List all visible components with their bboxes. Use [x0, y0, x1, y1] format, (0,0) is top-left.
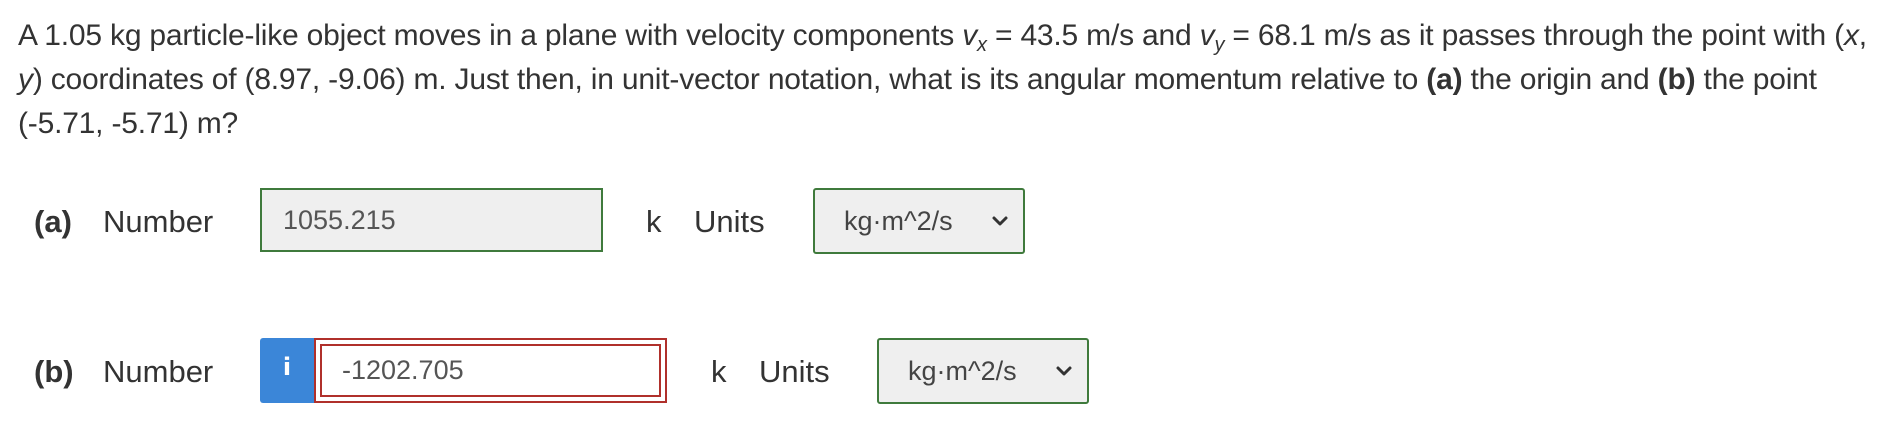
question-mid: the origin and — [1462, 63, 1658, 96]
vx-value: = 43.5 m/s and — [986, 19, 1200, 52]
number-label: Number — [103, 354, 214, 389]
chevron-down-icon — [992, 216, 1008, 226]
vx-symbol: v — [962, 19, 978, 52]
answer-input-b[interactable]: -1202.705 — [314, 338, 667, 403]
units-label: Units — [759, 354, 830, 389]
answer-row-a: (a) Number 1055.215 k Units kg·m^2/s — [0, 188, 1880, 256]
vy-value: = 68.1 m/s as it passes through the poin… — [1224, 19, 1844, 52]
number-label: Number — [103, 204, 214, 239]
units-select-a[interactable]: kg·m^2/s — [813, 188, 1025, 254]
units-selected-value: kg·m^2/s — [908, 356, 1017, 386]
coords-text: ) coordinates of (8.97, -9.06) m. Just t… — [32, 63, 1427, 96]
question-intro: A 1.05 kg particle-like object moves in … — [18, 19, 963, 52]
part-label: (b) — [34, 354, 74, 389]
units-selected-value: kg·m^2/s — [844, 206, 953, 236]
vx-subscript: x — [977, 34, 987, 56]
units-label: Units — [694, 204, 765, 239]
x-variable: x — [1843, 19, 1859, 52]
units-select-b[interactable]: kg·m^2/s — [877, 338, 1089, 404]
answer-input-a[interactable]: 1055.215 — [260, 188, 603, 252]
vy-symbol: v — [1199, 19, 1215, 52]
unit-vector-label: k — [646, 204, 662, 239]
part-label: (a) — [34, 204, 72, 239]
unit-vector-label: k — [711, 354, 727, 389]
answer-row-b: (b) Number i -1202.705 k Units kg·m^2/s — [0, 338, 1880, 406]
info-icon[interactable]: i — [260, 338, 314, 403]
coord-comma: , — [1858, 19, 1867, 52]
part-a-reference: (a) — [1426, 63, 1463, 96]
chevron-down-icon — [1056, 366, 1072, 376]
vy-subscript: y — [1214, 34, 1225, 56]
question-text: A 1.05 kg particle-like object moves in … — [18, 14, 1868, 146]
y-variable: y — [18, 63, 33, 96]
part-b-reference: (b) — [1657, 63, 1696, 96]
